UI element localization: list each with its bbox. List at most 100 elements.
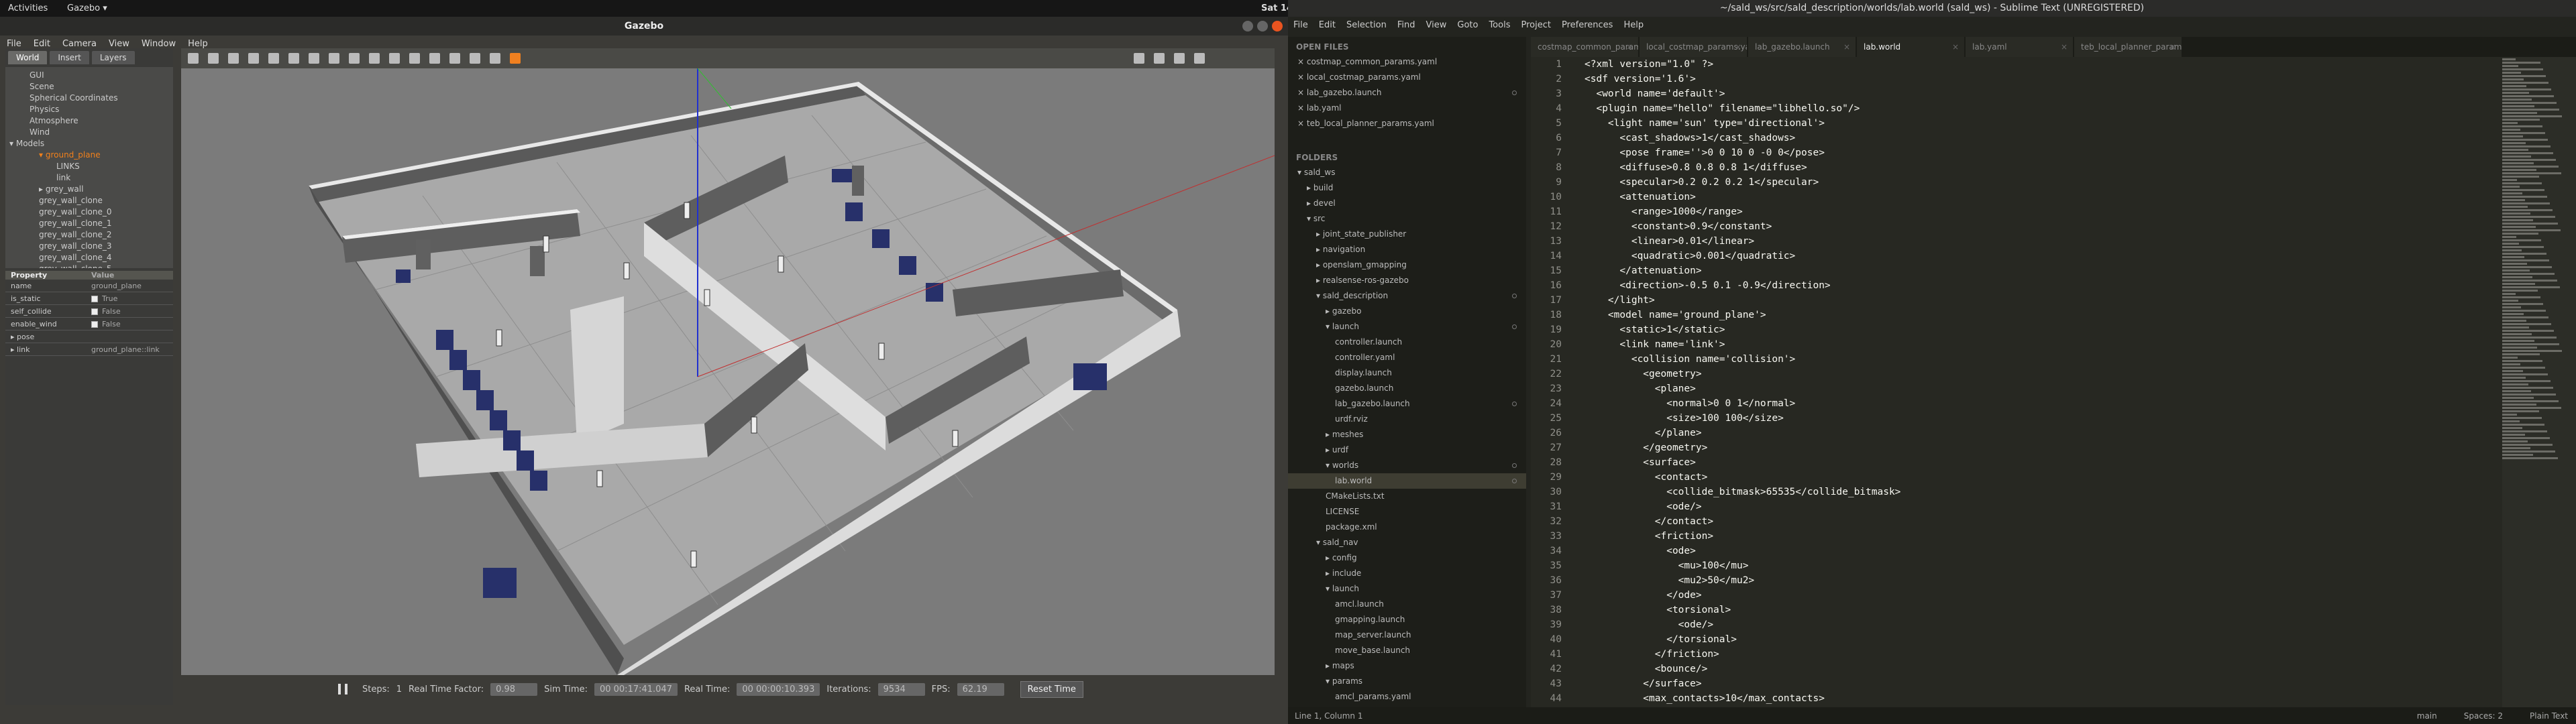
open-file-item[interactable]: × local_costmap_params.yaml — [1288, 70, 1526, 85]
code-line[interactable]: <sdf version='1.6'> — [1585, 72, 2510, 86]
folder-tree-item[interactable]: display.launch — [1288, 365, 1526, 381]
code-line[interactable]: <attenuation> — [1585, 190, 2510, 204]
folder-tree-item[interactable]: lab.world — [1288, 473, 1526, 489]
property-value[interactable]: ground_plane — [87, 282, 142, 290]
code-line[interactable]: <collide_bitmask>65535</collide_bitmask> — [1585, 485, 2510, 499]
tree-item[interactable]: LINKS — [9, 161, 173, 172]
folder-tree-item[interactable]: ▸ joint_state_publisher — [1288, 227, 1526, 242]
code-line[interactable]: <light name='sun' type='directional'> — [1585, 116, 2510, 131]
folder-tree-item[interactable]: ▸ include — [1288, 566, 1526, 581]
code-line[interactable]: <static>1</static> — [1585, 322, 2510, 337]
app-menu-button[interactable]: Gazebo ▾ — [67, 3, 107, 13]
code-line[interactable]: <torsional> — [1585, 603, 2510, 617]
open-file-item[interactable]: × costmap_common_params.yaml — [1288, 54, 1526, 70]
menu-edit[interactable]: Edit — [34, 39, 50, 49]
folder-tree-item[interactable]: ▾ launch — [1288, 319, 1526, 335]
folder-tree-item[interactable]: LICENSE — [1288, 504, 1526, 520]
property-row[interactable]: ▸ link ground_plane::link — [5, 343, 173, 356]
folder-tree-item[interactable]: gazebo.launch — [1288, 381, 1526, 396]
code-line[interactable]: <diffuse>0.8 0.8 0.8 1</diffuse> — [1585, 160, 2510, 175]
tree-item[interactable]: Spherical Coordinates — [9, 93, 173, 104]
folder-tree-item[interactable]: ▸ realsense-ros-gazebo — [1288, 273, 1526, 288]
menu-file[interactable]: File — [7, 39, 21, 49]
spot-light-icon[interactable] — [389, 53, 400, 64]
tree-item[interactable]: Scene — [9, 81, 173, 93]
box-shape-icon[interactable] — [309, 53, 319, 64]
undo-icon[interactable] — [268, 53, 279, 64]
code-line[interactable]: <link name='link'> — [1585, 337, 2510, 352]
code-line[interactable]: </light> — [1585, 293, 2510, 308]
menu-file[interactable]: File — [1293, 20, 1308, 30]
code-line[interactable]: <specular>0.2 0.2 0.2 1</specular> — [1585, 175, 2510, 190]
code-line[interactable]: <range>1000</range> — [1585, 204, 2510, 219]
code-line[interactable]: </geometry> — [1585, 440, 2510, 455]
pause-button[interactable] — [338, 684, 347, 695]
property-row[interactable]: ▸ pose — [5, 330, 173, 343]
folder-tree-item[interactable]: ▾ src — [1288, 211, 1526, 227]
tree-item[interactable]: grey_wall_clone_0 — [9, 206, 173, 218]
tab-close-icon[interactable]: × — [2169, 42, 2176, 52]
tree-item[interactable]: grey_wall_clone_2 — [9, 229, 173, 241]
folder-tree-item[interactable]: ▸ build — [1288, 180, 1526, 196]
translate-tool-icon[interactable] — [208, 53, 219, 64]
checkbox[interactable] — [91, 308, 98, 315]
snap-icon[interactable] — [490, 53, 500, 64]
align-icon[interactable] — [470, 53, 480, 64]
code-line[interactable]: <ode> — [1585, 544, 2510, 558]
open-file-item[interactable]: × teb_local_planner_params.yaml — [1288, 116, 1526, 131]
point-light-icon[interactable] — [369, 53, 380, 64]
folder-tree-item[interactable]: ▾ sald_nav — [1288, 535, 1526, 550]
code-line[interactable]: </contact> — [1585, 514, 2510, 529]
folder-tree-item[interactable]: ▸ gazebo — [1288, 304, 1526, 319]
menu-edit[interactable]: Edit — [1319, 20, 1336, 30]
menu-camera[interactable]: Camera — [62, 39, 97, 49]
redo-icon[interactable] — [288, 53, 299, 64]
property-row[interactable]: name ground_plane — [5, 280, 173, 292]
tab-close-icon[interactable]: × — [1952, 42, 1959, 52]
activities-button[interactable]: Activities — [8, 3, 48, 13]
folder-tree-item[interactable]: ▸ navigation — [1288, 242, 1526, 257]
folder-tree-item[interactable]: controller.launch — [1288, 335, 1526, 350]
folder-tree-item[interactable]: amcl_params.yaml — [1288, 689, 1526, 705]
tree-item[interactable]: ▸ grey_wall — [9, 184, 173, 195]
screenshot-icon[interactable] — [1134, 53, 1144, 64]
menu-view[interactable]: View — [1426, 20, 1447, 30]
code-line[interactable]: <direction>-0.5 0.1 -0.9</direction> — [1585, 278, 2510, 293]
folder-tree-item[interactable]: package.xml — [1288, 520, 1526, 535]
folder-tree-item[interactable]: ▸ openslam_gmapping — [1288, 257, 1526, 273]
property-row[interactable]: enable_wind False — [5, 318, 173, 330]
code-line[interactable]: </ode> — [1585, 588, 2510, 603]
tab-close-icon[interactable]: × — [1735, 42, 1741, 52]
code-line[interactable]: <cast_shadows>1</cast_shadows> — [1585, 131, 2510, 145]
log-icon[interactable] — [1154, 53, 1165, 64]
open-file-item[interactable]: × lab_gazebo.launch — [1288, 85, 1526, 101]
property-row[interactable]: is_static True — [5, 292, 173, 305]
rotate-tool-icon[interactable] — [228, 53, 239, 64]
folder-tree-item[interactable]: CMakeLists.txt — [1288, 489, 1526, 504]
property-row[interactable]: self_collide False — [5, 305, 173, 318]
code-line[interactable]: <mu>100</mu> — [1585, 558, 2510, 573]
folder-tree-item[interactable]: ▸ meshes — [1288, 427, 1526, 442]
tree-item[interactable]: GUI — [9, 70, 173, 81]
code-line[interactable]: <plane> — [1585, 381, 2510, 396]
menu-preferences[interactable]: Preferences — [1562, 20, 1613, 30]
folder-tree-item[interactable]: ▾ params — [1288, 674, 1526, 689]
code-line[interactable]: <constant>0.9</constant> — [1585, 219, 2510, 234]
code-line[interactable]: <linear>0.01</linear> — [1585, 234, 2510, 249]
folder-tree-item[interactable]: ▾ sald_ws — [1288, 165, 1526, 180]
tree-item[interactable]: Wind — [9, 127, 173, 138]
open-file-item[interactable]: × lab.yaml — [1288, 101, 1526, 116]
steps-value[interactable]: 1 — [396, 684, 402, 695]
code-line[interactable]: <max_contacts>10</max_contacts> — [1585, 691, 2510, 706]
tab-insert[interactable]: Insert — [50, 51, 89, 64]
maximize-button[interactable] — [1257, 21, 1268, 32]
tree-item[interactable]: grey_wall_clone_5 — [9, 263, 173, 268]
folder-tree-item[interactable]: ▸ config — [1288, 550, 1526, 566]
folder-tree-item[interactable]: map_server.launch — [1288, 627, 1526, 643]
code-line[interactable]: <world name='default'> — [1585, 86, 2510, 101]
folder-tree-item[interactable]: ▾ sald_description — [1288, 288, 1526, 304]
property-value[interactable]: False — [87, 320, 121, 328]
paste-icon[interactable] — [449, 53, 460, 64]
editor-tab[interactable]: lab.yaml × — [1966, 37, 2073, 57]
tree-item[interactable]: ▾ Models — [9, 138, 173, 149]
